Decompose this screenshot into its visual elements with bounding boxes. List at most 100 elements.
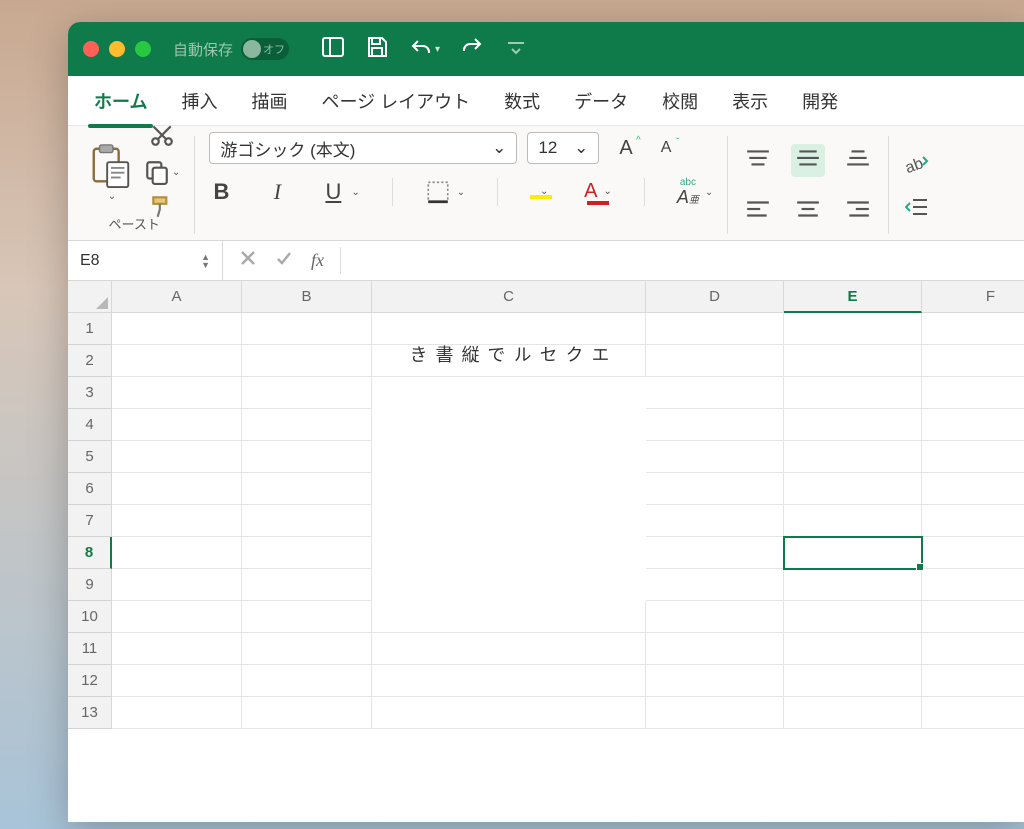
cell-F8[interactable]: [922, 537, 1024, 569]
column-header-A[interactable]: A: [112, 281, 242, 313]
toolbar-customize-icon[interactable]: [504, 35, 528, 64]
cell-F5[interactable]: [922, 441, 1024, 473]
copy-dropdown-caret[interactable]: ⌄: [172, 167, 180, 178]
cut-icon[interactable]: [149, 122, 175, 151]
cell-D13[interactable]: [646, 697, 784, 729]
tab-formulas[interactable]: 数式: [502, 88, 542, 114]
row-header-2[interactable]: 2: [68, 345, 112, 377]
cell-A6[interactable]: [112, 473, 242, 505]
panel-icon[interactable]: [321, 35, 345, 64]
redo-icon[interactable]: [460, 35, 484, 64]
namebox-spinner[interactable]: ▲▼: [201, 253, 210, 269]
fill-color-button[interactable]: ⌄: [530, 186, 552, 199]
row-header-10[interactable]: 10: [68, 601, 112, 633]
align-middle-button[interactable]: [791, 144, 825, 177]
undo-dropdown-caret[interactable]: ▾: [435, 44, 440, 55]
font-size-select[interactable]: 12 ⌄: [527, 132, 599, 164]
cell-C10[interactable]: [372, 601, 646, 633]
indent-decrease-button[interactable]: [905, 197, 929, 217]
copy-icon[interactable]: ⌄: [144, 159, 180, 185]
tab-data[interactable]: データ: [572, 88, 630, 114]
cell-D2[interactable]: [646, 345, 784, 377]
close-window-button[interactable]: [83, 41, 99, 57]
cell-B2[interactable]: [242, 345, 372, 377]
tab-home[interactable]: ホーム: [92, 88, 149, 114]
borders-button[interactable]: ⌄: [425, 179, 465, 205]
cell-A2[interactable]: [112, 345, 242, 377]
column-header-E[interactable]: E: [784, 281, 922, 313]
cell-E1[interactable]: [784, 313, 922, 345]
align-center-button[interactable]: [795, 198, 821, 223]
cell-F11[interactable]: [922, 633, 1024, 665]
name-box[interactable]: E8 ▲▼: [68, 241, 223, 280]
cell-D5[interactable]: [646, 441, 784, 473]
tab-draw[interactable]: 描画: [249, 88, 289, 114]
save-icon[interactable]: [365, 35, 389, 64]
cancel-icon[interactable]: [239, 249, 257, 272]
tab-developer[interactable]: 開発: [800, 88, 840, 114]
cell-A12[interactable]: [112, 665, 242, 697]
column-header-D[interactable]: D: [646, 281, 784, 313]
cell-E12[interactable]: [784, 665, 922, 697]
align-right-button[interactable]: [845, 198, 871, 223]
row-header-4[interactable]: 4: [68, 409, 112, 441]
bold-button[interactable]: B: [209, 179, 233, 205]
cell-E4[interactable]: [784, 409, 922, 441]
cell-E9[interactable]: [784, 569, 922, 601]
cell-F3[interactable]: [922, 377, 1024, 409]
column-header-F[interactable]: F: [922, 281, 1024, 313]
cell-E3[interactable]: [784, 377, 922, 409]
cell-D10[interactable]: [646, 601, 784, 633]
minimize-window-button[interactable]: [109, 41, 125, 57]
row-header-13[interactable]: 13: [68, 697, 112, 729]
row-header-6[interactable]: 6: [68, 473, 112, 505]
cell-E2[interactable]: [784, 345, 922, 377]
row-header-5[interactable]: 5: [68, 441, 112, 473]
paste-dropdown-caret[interactable]: ⌄: [108, 191, 116, 202]
phonetic-dropdown-caret[interactable]: ⌄: [705, 187, 713, 198]
italic-button[interactable]: I: [265, 179, 289, 205]
cell-D4[interactable]: [646, 409, 784, 441]
align-left-button[interactable]: [745, 198, 771, 223]
cell-A11[interactable]: [112, 633, 242, 665]
cell-A13[interactable]: [112, 697, 242, 729]
cell-B4[interactable]: [242, 409, 372, 441]
cell-A5[interactable]: [112, 441, 242, 473]
column-header-C[interactable]: C: [372, 281, 646, 313]
cell-D7[interactable]: [646, 505, 784, 537]
select-all-corner[interactable]: [68, 281, 112, 313]
cell-D11[interactable]: [646, 633, 784, 665]
cell-A3[interactable]: [112, 377, 242, 409]
cell-D8[interactable]: [646, 537, 784, 569]
tab-view[interactable]: 表示: [730, 88, 770, 114]
cell-D1[interactable]: [646, 313, 784, 345]
formula-input[interactable]: [341, 241, 1024, 280]
cell-F9[interactable]: [922, 569, 1024, 601]
row-header-9[interactable]: 9: [68, 569, 112, 601]
tab-review[interactable]: 校閲: [660, 88, 700, 114]
cell-B9[interactable]: [242, 569, 372, 601]
cell-A4[interactable]: [112, 409, 242, 441]
cell-F7[interactable]: [922, 505, 1024, 537]
row-header-11[interactable]: 11: [68, 633, 112, 665]
cell-B12[interactable]: [242, 665, 372, 697]
cell-F13[interactable]: [922, 697, 1024, 729]
cell-D3[interactable]: [646, 377, 784, 409]
cell-D12[interactable]: [646, 665, 784, 697]
tab-page-layout[interactable]: ページ レイアウト: [319, 88, 472, 114]
cell-B13[interactable]: [242, 697, 372, 729]
decrease-font-size-button[interactable]: Aˇ: [661, 139, 672, 157]
align-bottom-button[interactable]: [845, 148, 871, 173]
cell-E7[interactable]: [784, 505, 922, 537]
row-header-8[interactable]: 8: [68, 537, 112, 569]
cell-D9[interactable]: [646, 569, 784, 601]
cell-A10[interactable]: [112, 601, 242, 633]
cell-E8[interactable]: [784, 537, 922, 569]
cell-A8[interactable]: [112, 537, 242, 569]
cell-F4[interactable]: [922, 409, 1024, 441]
paste-button[interactable]: ⌄: [88, 143, 134, 202]
cell-E11[interactable]: [784, 633, 922, 665]
cell-C2-merged[interactable]: エクセルで縦書き: [372, 345, 646, 377]
cell-C13[interactable]: [372, 697, 646, 729]
cell-A7[interactable]: [112, 505, 242, 537]
